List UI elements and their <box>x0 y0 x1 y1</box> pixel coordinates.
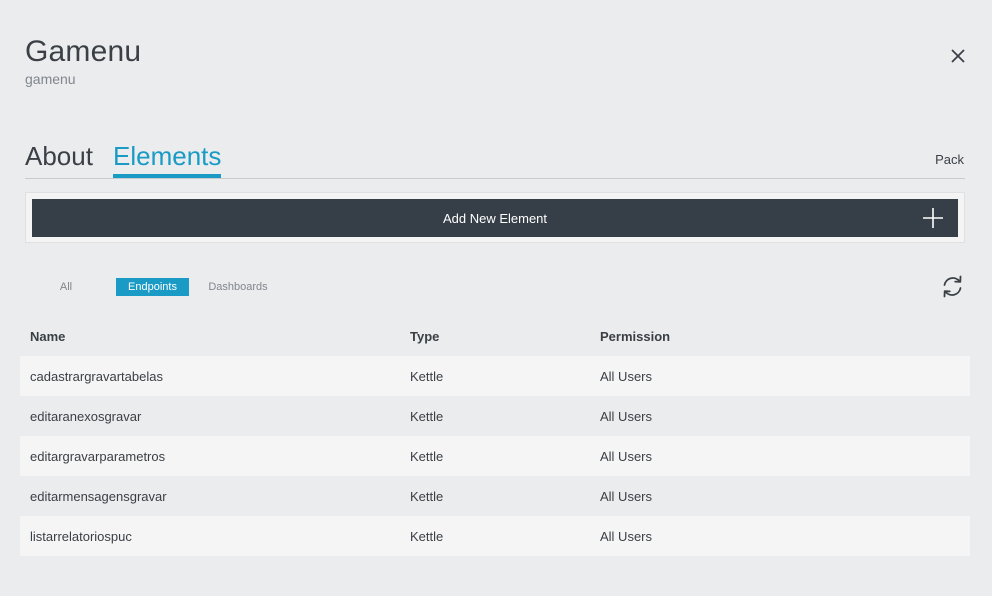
table-row[interactable]: cadastrargravartabelas Kettle All Users <box>20 356 970 396</box>
row-name: cadastrargravartabelas <box>30 368 163 384</box>
table-header: Name Type Permission <box>20 316 970 356</box>
plus-icon <box>923 208 943 228</box>
tab-bar: About Elements Pack <box>25 138 965 179</box>
row-permission: All Users <box>600 408 653 424</box>
refresh-button[interactable] <box>940 274 965 299</box>
table-row[interactable]: listarrelatoriospuc Kettle All Users <box>20 516 970 556</box>
page-subtitle: gamenu <box>25 71 76 87</box>
row-name: listarrelatoriospuc <box>30 528 132 544</box>
row-type: Kettle <box>410 488 444 504</box>
row-type: Kettle <box>410 368 444 384</box>
table-row[interactable]: editaranexosgravar Kettle All Users <box>20 396 970 436</box>
row-type: Kettle <box>410 528 444 544</box>
row-permission: All Users <box>600 488 653 504</box>
add-element-panel: Add New Element <box>25 192 965 243</box>
table-row[interactable]: editargravarparametros Kettle All Users <box>20 436 970 476</box>
row-permission: All Users <box>600 368 653 384</box>
column-header-permission[interactable]: Permission <box>600 329 900 344</box>
add-new-element-label: Add New Element <box>442 210 548 226</box>
close-button[interactable] <box>946 44 970 68</box>
page-title: Gamenu <box>25 35 142 68</box>
filter-endpoints[interactable]: Endpoints <box>116 278 189 296</box>
row-permission: All Users <box>600 448 653 464</box>
row-name: editaranexosgravar <box>30 408 142 424</box>
table-row[interactable]: editarmensagensgravar Kettle All Users <box>20 476 970 516</box>
filter-dashboards[interactable]: Dashboards <box>205 278 271 296</box>
add-new-element-button[interactable]: Add New Element <box>32 199 958 237</box>
tab-elements[interactable]: Elements <box>113 138 222 178</box>
row-permission: All Users <box>600 528 653 544</box>
row-name: editarmensagensgravar <box>30 488 167 504</box>
row-type: Kettle <box>410 448 444 464</box>
close-icon <box>951 49 965 63</box>
header: Gamenu gamenu <box>25 35 141 87</box>
tab-about[interactable]: About <box>25 138 93 174</box>
row-type: Kettle <box>410 408 444 424</box>
pack-link[interactable]: Pack <box>935 152 964 167</box>
column-header-name[interactable]: Name <box>30 329 410 344</box>
refresh-icon <box>943 275 962 298</box>
filter-all[interactable]: All <box>53 278 79 296</box>
row-name: editargravarparametros <box>30 448 166 464</box>
elements-table: Name Type Permission cadastrargravartabe… <box>20 316 970 556</box>
column-header-type[interactable]: Type <box>410 329 600 344</box>
